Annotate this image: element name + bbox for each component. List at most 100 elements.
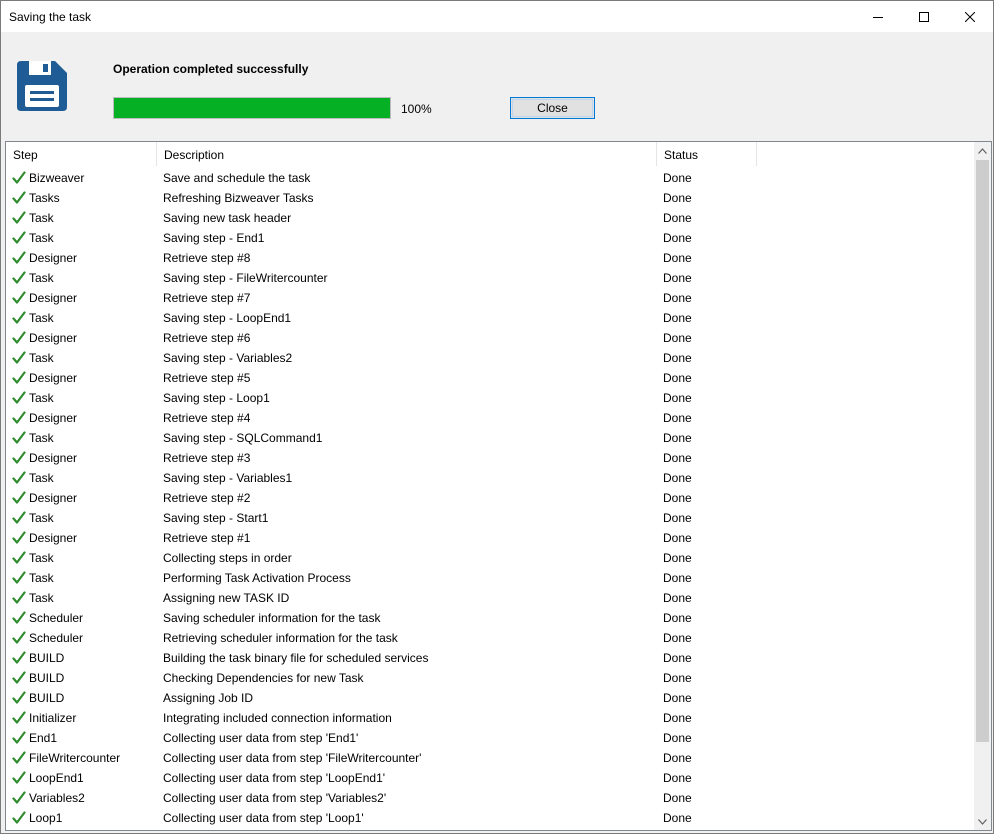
table-row[interactable]: Task Saving step - Start1 Done xyxy=(6,508,976,528)
description-cell: Collecting user data from step 'Loop1' xyxy=(163,811,364,825)
table-row[interactable]: BUILD Building the task binary file for s… xyxy=(6,648,976,668)
checkmark-icon xyxy=(12,511,26,524)
step-name: Designer xyxy=(29,451,78,465)
description-cell: Retrieve step #4 xyxy=(163,411,251,425)
table-row[interactable]: Designer Retrieve step #7 Done xyxy=(6,288,976,308)
checkmark-icon xyxy=(12,451,26,464)
step-cell: Variables2 xyxy=(6,791,157,805)
step-cell: Task xyxy=(6,471,157,485)
table-row[interactable]: Task Saving step - End1 Done xyxy=(6,228,976,248)
step-cell: Initializer xyxy=(6,711,157,725)
checkmark-icon xyxy=(12,611,26,624)
scrollbar-thumb[interactable] xyxy=(976,160,989,742)
table-row[interactable]: Variables2 Collecting user data from step… xyxy=(6,788,976,808)
table-row[interactable]: Task Collecting steps in order Done xyxy=(6,548,976,568)
table-row[interactable]: Designer Retrieve step #6 Done xyxy=(6,328,976,348)
step-name: BUILD xyxy=(29,671,65,685)
step-cell: Task xyxy=(6,211,157,225)
step-cell: Designer xyxy=(6,411,157,425)
status-cell: Done xyxy=(663,411,692,425)
table-row[interactable]: Designer Retrieve step #3 Done xyxy=(6,448,976,468)
step-cell: Task xyxy=(6,571,157,585)
table-row[interactable]: Task Saving step - LoopEnd1 Done xyxy=(6,308,976,328)
step-cell: Designer xyxy=(6,291,157,305)
status-cell: Done xyxy=(663,451,692,465)
table-row[interactable]: Task Assigning new TASK ID Done xyxy=(6,588,976,608)
description-cell: Collecting steps in order xyxy=(163,551,292,565)
table-row[interactable]: Task Performing Task Activation Process Do… xyxy=(6,568,976,588)
status-cell: Done xyxy=(663,431,692,445)
scroll-down-button[interactable] xyxy=(974,813,991,830)
status-cell: Done xyxy=(663,391,692,405)
table-row[interactable]: Task Saving step - SQLCommand1 Done xyxy=(6,428,976,448)
step-name: Scheduler xyxy=(29,611,84,625)
table-row[interactable]: Task Saving step - Variables2 Done xyxy=(6,348,976,368)
table-row[interactable]: End1 Collecting user data from step 'End1… xyxy=(6,728,976,748)
checkmark-icon xyxy=(12,411,26,424)
description-cell: Retrieving scheduler information for the… xyxy=(163,631,398,645)
step-name: Loop1 xyxy=(29,811,63,825)
column-header-description[interactable]: Description xyxy=(157,142,657,166)
step-name: End1 xyxy=(29,731,58,745)
table-row[interactable]: FileWritercounter Collecting user data fr… xyxy=(6,748,976,768)
checkmark-icon xyxy=(12,731,26,744)
checkmark-icon xyxy=(12,651,26,664)
description-cell: Building the task binary file for schedu… xyxy=(163,651,429,665)
table-row[interactable]: Designer Retrieve step #1 Done xyxy=(6,528,976,548)
table-row[interactable]: Loop1 Collecting user data from step 'Loo… xyxy=(6,808,976,828)
table-row[interactable]: Task Saving step - Loop1 Done xyxy=(6,388,976,408)
table-row[interactable]: LoopEnd1 Collecting user data from step '… xyxy=(6,768,976,788)
column-header-step[interactable]: Step xyxy=(6,142,157,166)
checkmark-icon xyxy=(12,311,26,324)
table-row[interactable]: Designer Retrieve step #8 Done xyxy=(6,248,976,268)
table-row[interactable]: BUILD Checking Dependencies for new Task D… xyxy=(6,668,976,688)
table-row[interactable]: Designer Retrieve step #5 Done xyxy=(6,368,976,388)
table-row[interactable]: Tasks Refreshing Bizweaver Tasks Done xyxy=(6,188,976,208)
table-row[interactable]: Designer Retrieve step #4 Done xyxy=(6,408,976,428)
column-header-status[interactable]: Status xyxy=(657,142,757,166)
checkmark-icon xyxy=(12,331,26,344)
title-bar[interactable]: Saving the task xyxy=(1,1,993,32)
step-cell: BUILD xyxy=(6,671,157,685)
table-row[interactable]: Task Saving new task header Done xyxy=(6,208,976,228)
minimize-button[interactable] xyxy=(855,1,901,32)
status-cell: Done xyxy=(663,251,692,265)
description-cell: Saving step - Loop1 xyxy=(163,391,270,405)
maximize-button[interactable] xyxy=(901,1,947,32)
status-cell: Done xyxy=(663,751,692,765)
close-button[interactable]: Close xyxy=(510,97,595,119)
status-cell: Done xyxy=(663,771,692,785)
step-name: Designer xyxy=(29,331,78,345)
table-row[interactable]: Initializer Integrating included connecti… xyxy=(6,708,976,728)
progress-bar xyxy=(113,97,391,119)
description-cell: Saving step - LoopEnd1 xyxy=(163,311,292,325)
step-name: Tasks xyxy=(29,191,60,205)
table-row[interactable]: Task Saving step - FileWritercounter Done xyxy=(6,268,976,288)
status-cell: Done xyxy=(663,191,692,205)
maximize-icon xyxy=(919,11,929,22)
step-cell: Task xyxy=(6,271,157,285)
step-cell: Designer xyxy=(6,531,157,545)
table-row[interactable]: Task Saving step - Variables1 Done xyxy=(6,468,976,488)
step-name: Task xyxy=(29,551,54,565)
description-cell: Integrating included connection informat… xyxy=(163,711,392,725)
table-row[interactable]: Scheduler Retrieving scheduler informatio… xyxy=(6,628,976,648)
step-name: Initializer xyxy=(29,711,77,725)
step-name: Task xyxy=(29,391,54,405)
vertical-scrollbar[interactable] xyxy=(974,142,991,830)
checkmark-icon xyxy=(12,471,26,484)
status-cell: Done xyxy=(663,651,692,665)
window-close-button[interactable] xyxy=(947,1,993,32)
scroll-up-button[interactable] xyxy=(974,142,991,159)
table-row[interactable]: Designer Retrieve step #2 Done xyxy=(6,488,976,508)
checkmark-icon xyxy=(12,671,26,684)
step-cell: End1 xyxy=(6,731,157,745)
checkmark-icon xyxy=(12,591,26,604)
steps-list-view[interactable]: Step Description Status Bizweaver Save an… xyxy=(5,141,992,831)
table-row[interactable]: BUILD Assigning Job ID Done xyxy=(6,688,976,708)
table-row[interactable]: Bizweaver Save and schedule the task Done xyxy=(6,168,976,188)
close-icon xyxy=(965,11,975,22)
table-row[interactable]: Scheduler Saving scheduler information fo… xyxy=(6,608,976,628)
status-cell: Done xyxy=(663,811,692,825)
description-cell: Collecting user data from step 'LoopEnd1… xyxy=(163,771,386,785)
